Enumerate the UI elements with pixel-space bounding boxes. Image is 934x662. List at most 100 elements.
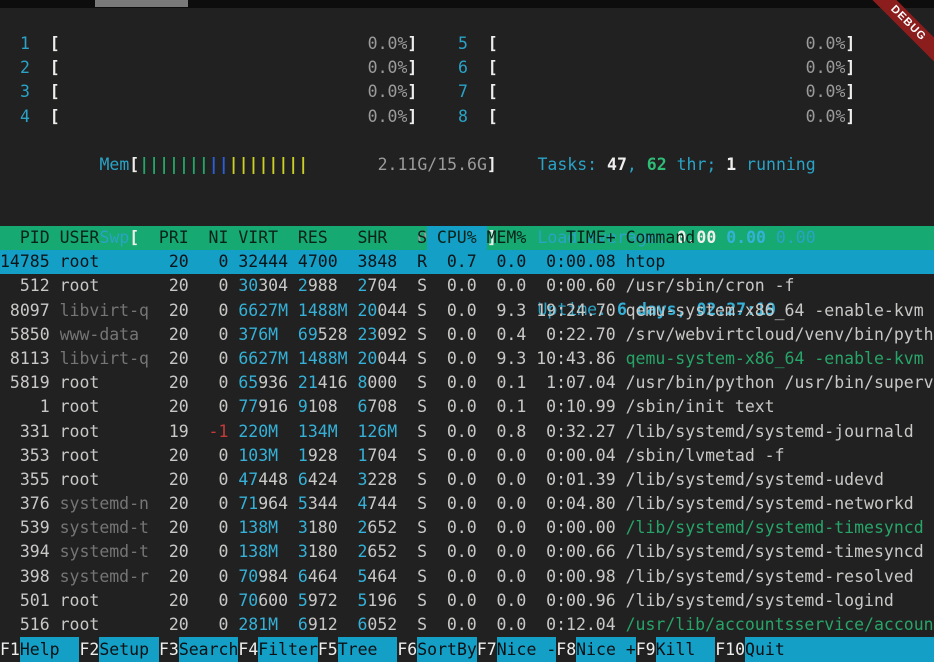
fkey-nice-minus-button[interactable]: Nice - <box>497 637 557 662</box>
process-row[interactable]: 353 root 20 0 103M 1928 1704 S 0.0 0.0 0… <box>0 444 934 468</box>
memory-bar-pipe-yellow: | <box>268 155 278 174</box>
time-cell: 0:00.60 <box>536 274 615 298</box>
res-cell: 134M <box>298 420 348 444</box>
memory-bar-pipe-green: | <box>149 155 159 174</box>
cpu-meter-id: 7 <box>458 80 488 104</box>
process-row[interactable]: 331 root 19 -1 220M 134M 126M S 0.0 0.8 … <box>0 420 934 444</box>
fkey-help-button[interactable]: Help <box>20 637 80 662</box>
memory-bar-pipe-yellow: | <box>239 155 249 174</box>
cpu-pct-cell: 0.7 <box>437 250 477 274</box>
mem-pct-cell: 0.1 <box>487 395 527 419</box>
process-row[interactable]: 516 root 20 0 281M 6912 6052 S 0.0 0.0 0… <box>0 613 934 637</box>
process-row[interactable]: 512 root 20 0 30304 2988 2704 S 0.0 0.0 … <box>0 274 934 298</box>
user-cell: root <box>60 371 149 395</box>
res-cell: 6424 <box>298 468 348 492</box>
header-time[interactable]: TIME+ <box>536 226 615 250</box>
pid-cell: 1 <box>0 395 50 419</box>
time-cell: 0:00.96 <box>536 589 615 613</box>
user-cell: root <box>60 250 149 274</box>
process-row[interactable]: 8113 libvirt-q 20 0 6627M 1488M 20044 S … <box>0 347 934 371</box>
user-cell: libvirt-q <box>60 347 149 371</box>
window-tab-indicator <box>95 0 188 7</box>
process-row[interactable]: 5819 root 20 0 65936 21416 8000 S 0.0 0.… <box>0 371 934 395</box>
res-cell: 3180 <box>298 516 348 540</box>
header-ni[interactable]: NI <box>199 226 229 250</box>
fkey-nice-plus-button[interactable]: Nice + <box>576 637 636 662</box>
header-res[interactable]: RES <box>298 226 348 250</box>
command-cell: /lib/systemd/systemd-networkd <box>626 492 934 516</box>
process-row[interactable]: 398 systemd-r 20 0 70984 6464 5464 S 0.0… <box>0 565 934 589</box>
pid-cell: 8097 <box>0 299 50 323</box>
priority-cell: 20 <box>159 565 189 589</box>
pid-cell: 512 <box>0 274 50 298</box>
process-row[interactable]: 539 systemd-t 20 0 138M 3180 2652 S 0.0 … <box>0 516 934 540</box>
user-cell: root <box>60 589 149 613</box>
mem-pct-cell: 0.0 <box>487 589 527 613</box>
process-row[interactable]: 8097 libvirt-q 20 0 6627M 1488M 20044 S … <box>0 299 934 323</box>
process-row[interactable]: 376 systemd-n 20 0 71964 5344 4744 S 0.0… <box>0 492 934 516</box>
nice-cell: -1 <box>199 420 229 444</box>
memory-meter: Mem[|||||||||||||||||2.11G/15.6G] <box>99 153 496 177</box>
nice-cell: 0 <box>199 323 229 347</box>
process-row[interactable]: 501 root 20 0 70600 5972 5196 S 0.0 0.0 … <box>0 589 934 613</box>
header-pri[interactable]: PRI <box>159 226 189 250</box>
priority-cell: 20 <box>159 613 189 637</box>
header-pid[interactable]: PID <box>0 226 50 250</box>
memory-bar-pipe-green: | <box>139 155 149 174</box>
cpu-meter-value: 0.0% <box>368 32 408 56</box>
res-cell: 4700 <box>298 250 348 274</box>
time-cell: 0:00.98 <box>536 565 615 589</box>
process-row[interactable]: 355 root 20 0 47448 6424 3228 S 0.0 0.0 … <box>0 468 934 492</box>
time-cell: 0:22.70 <box>536 323 615 347</box>
process-row[interactable]: 14785 root 20 0 32444 4700 3848 R 0.7 0.… <box>0 250 934 274</box>
fkey-setup-button[interactable]: Setup <box>99 637 159 662</box>
time-cell: 1:07.04 <box>536 371 615 395</box>
fkey-quit-button[interactable]: Quit <box>745 637 934 662</box>
header-shr[interactable]: SHR <box>357 226 407 250</box>
memory-bar-pipe-yellow: | <box>258 155 268 174</box>
cpu-meter-id: 3 <box>20 80 50 104</box>
process-row[interactable]: 5850 www-data 20 0 376M 69528 23092 S 0.… <box>0 323 934 347</box>
fkey-kill-button[interactable]: Kill <box>656 637 716 662</box>
command-cell: /sbin/init text <box>626 395 934 419</box>
priority-cell: 20 <box>159 468 189 492</box>
header-cpu-sort-column[interactable]: CPU% <box>437 226 477 250</box>
fkey-search-button[interactable]: Search <box>179 637 239 662</box>
command-cell: qemu-system-x86_64 -enable-kvm -na <box>626 299 934 323</box>
priority-cell: 20 <box>159 540 189 564</box>
user-cell: systemd-t <box>60 516 149 540</box>
pid-cell: 14785 <box>0 250 50 274</box>
fkey-sortby-button[interactable]: SortBy <box>417 637 477 662</box>
cpu-pct-cell: 0.0 <box>437 395 477 419</box>
header-virt[interactable]: VIRT <box>238 226 288 250</box>
pid-cell: 8113 <box>0 347 50 371</box>
fkey-tree-button[interactable]: Tree <box>338 637 398 662</box>
priority-cell: 20 <box>159 250 189 274</box>
cpu-meter-value: 0.0% <box>806 80 846 104</box>
process-row[interactable]: 1 root 20 0 77916 9108 6708 S 0.0 0.1 0:… <box>0 395 934 419</box>
fkey-label-tree: F5 <box>318 637 338 662</box>
cpu-pct-cell: 0.0 <box>437 323 477 347</box>
res-cell: 6464 <box>298 565 348 589</box>
priority-cell: 20 <box>159 274 189 298</box>
priority-cell: 20 <box>159 516 189 540</box>
process-table: PID USER PRI NI VIRT RES SHR S CPU% MEM%… <box>0 226 934 637</box>
command-cell: htop <box>626 250 934 274</box>
res-cell: 9108 <box>298 395 348 419</box>
state-cell: S <box>417 613 427 637</box>
header-mem[interactable]: MEM% <box>487 226 527 250</box>
header-user[interactable]: USER <box>60 226 149 250</box>
res-cell: 2988 <box>298 274 348 298</box>
res-cell: 3180 <box>298 540 348 564</box>
header-state[interactable]: S <box>417 226 427 250</box>
header-command[interactable]: Command <box>626 226 934 250</box>
process-row[interactable]: 394 systemd-t 20 0 138M 3180 2652 S 0.0 … <box>0 540 934 564</box>
shr-cell: 6052 <box>357 613 407 637</box>
cpu-meter-value: 0.0% <box>806 105 846 129</box>
priority-cell: 20 <box>159 395 189 419</box>
process-rows: 14785 root 20 0 32444 4700 3848 R 0.7 0.… <box>0 250 934 637</box>
cpu-pct-cell: 0.0 <box>437 347 477 371</box>
fkey-filter-button[interactable]: Filter <box>258 637 318 662</box>
cpu-meter-value: 0.0% <box>368 56 408 80</box>
command-cell: /lib/systemd/systemd-resolved <box>626 565 934 589</box>
